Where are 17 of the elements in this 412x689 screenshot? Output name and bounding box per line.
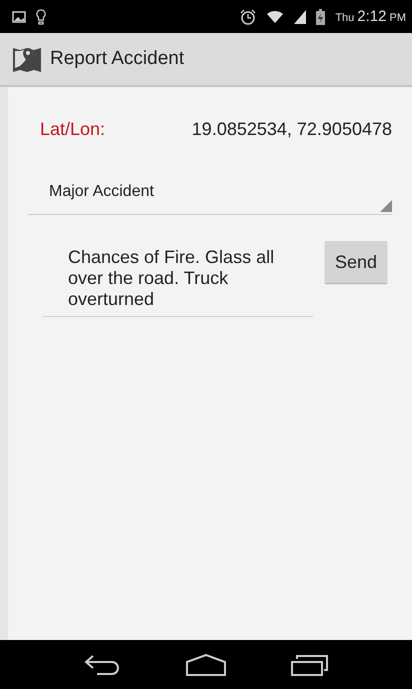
send-button[interactable]: Send <box>325 241 387 283</box>
dropdown-arrow-icon <box>380 200 392 212</box>
back-icon[interactable] <box>82 654 121 676</box>
recent-apps-icon[interactable] <box>291 654 330 676</box>
wifi-icon <box>266 10 284 24</box>
severity-dropdown[interactable]: Major Accident <box>28 170 392 215</box>
alarm-icon <box>240 8 256 24</box>
signal-icon <box>294 10 306 24</box>
home-icon[interactable] <box>186 654 226 676</box>
screen-title: Report Accident <box>50 48 184 70</box>
clock-text: Thu 2:12 PM <box>335 8 406 25</box>
lightbulb-icon <box>36 8 46 24</box>
picture-icon <box>12 10 26 22</box>
location-label: Lat/Lon: <box>40 119 106 140</box>
battery-icon <box>316 8 326 24</box>
location-value: 19.0852534, 72.9050478 <box>192 119 392 140</box>
message-field[interactable]: Chances of Fire. Glass all over the road. Truck overturned <box>43 241 313 317</box>
